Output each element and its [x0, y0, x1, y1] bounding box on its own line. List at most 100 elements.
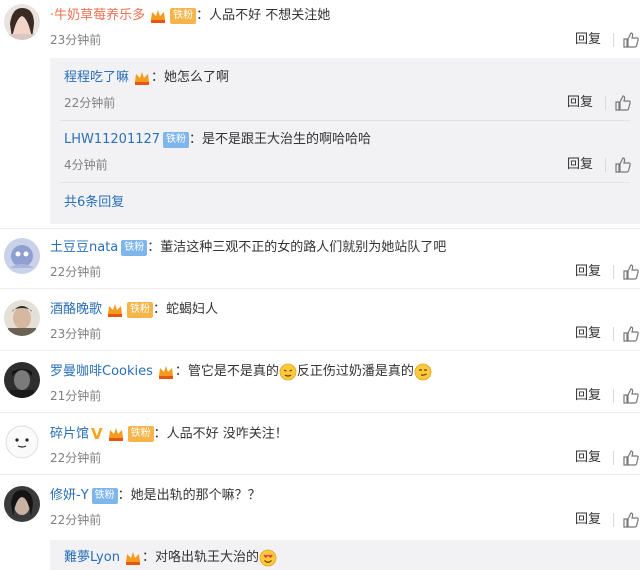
comment-line: ·牛奶草莓养乐多 铁粉 ：人品不好 不想关注她 [50, 6, 330, 26]
divider [0, 228, 640, 229]
comment-text: ：她是出轨的那个嘛？？ [117, 488, 261, 503]
username-link[interactable]: 修妍-Y [50, 488, 89, 503]
divider [613, 33, 614, 47]
reply-text: ：是不是跟王大治生的啊哈哈哈 [189, 132, 372, 147]
crown-icon [149, 8, 167, 24]
username-link[interactable]: LHW11201127 [64, 132, 160, 147]
username-link[interactable]: 程程吃了嘛 [64, 70, 129, 85]
avatar[interactable] [4, 4, 40, 40]
divider [605, 158, 606, 172]
thumbs-up-icon[interactable] [622, 449, 640, 467]
fan-badge: 铁粉 [127, 301, 154, 318]
avatar[interactable] [4, 362, 40, 398]
smirk-emoji-icon [414, 363, 432, 381]
divider [0, 474, 640, 475]
thumbs-up-icon[interactable] [614, 156, 632, 174]
comment-line: 修妍-Y 铁粉 ：她是出轨的那个嘛？？ [50, 486, 261, 506]
divider [613, 513, 614, 527]
more-replies-link[interactable]: 共6条回复 [64, 193, 124, 213]
username-link[interactable]: 土豆豆nata [50, 240, 118, 255]
comment-text: ：人品不好 没咋关注！ [153, 426, 288, 442]
reply-text: ：她怎么了啊 [151, 70, 230, 85]
reply-time: 4分钟前 [64, 158, 108, 172]
comment-line: 土豆豆nata 铁粉 ：董洁这种三观不正的女的路人们就别为她站队了吧 [50, 238, 446, 258]
comment-text: 反正伤过奶潘是真的 [296, 364, 414, 379]
comment-actions: 回复 [575, 510, 640, 530]
crown-icon [107, 426, 125, 442]
divider [613, 327, 614, 341]
crown-icon [124, 550, 142, 566]
fan-badge: 铁粉 [170, 7, 197, 24]
comment-time: 21分钟前 [50, 389, 102, 403]
comment-text: ：人品不好 不想关注她 [196, 8, 331, 23]
comment-time: 22分钟前 [50, 265, 102, 279]
comment-actions: 回复 [575, 324, 640, 344]
wink-emoji-icon [279, 363, 297, 381]
reply-button[interactable]: 回复 [575, 510, 601, 530]
reply-button[interactable]: 回复 [575, 386, 601, 406]
crown-icon [157, 364, 175, 380]
reply-button[interactable]: 回复 [575, 262, 601, 282]
avatar[interactable] [4, 238, 40, 274]
divider [0, 350, 640, 351]
divider [613, 451, 614, 465]
heart-eyes-emoji-icon [259, 549, 277, 567]
verified-icon: V [91, 425, 103, 443]
comment-time: 22分钟前 [50, 451, 102, 465]
username-link[interactable]: 酒酪晚歌 [50, 302, 102, 317]
thumbs-up-icon[interactable] [622, 325, 640, 343]
comment-line: 碎片馆 V 铁粉 ：人品不好 没咋关注！ [50, 424, 288, 444]
divider [613, 389, 614, 403]
comment-time: 23分钟前 [50, 327, 102, 341]
username-link[interactable]: 難夢Lyon [64, 550, 120, 565]
username-link[interactable]: 罗曼咖啡Cookies [50, 364, 153, 379]
reply-line: 程程吃了嘛 ：她怎么了啊 [64, 68, 229, 88]
crown-icon [106, 302, 124, 318]
reply-line: LHW11201127 铁粉 ：是不是跟王大治生的啊哈哈哈 [64, 130, 371, 150]
reply-button[interactable]: 回复 [575, 448, 601, 468]
thumbs-up-icon[interactable] [614, 94, 632, 112]
fan-badge: 铁粉 [163, 131, 190, 148]
reply-text: ：对咯出轨王大治的 [141, 550, 259, 565]
comment-actions: 回复 [575, 448, 640, 468]
comment-line: 酒酪晚歌 铁粉 ：蛇蝎妇人 [50, 300, 218, 320]
reply-button[interactable]: 回复 [575, 30, 601, 50]
divider [0, 288, 640, 289]
fan-badge: 铁粉 [127, 426, 154, 442]
comment-text: ：董洁这种三观不正的女的路人们就别为她站队了吧 [147, 240, 447, 255]
comment-line: 罗曼咖啡Cookies ：管它是不是真的 反正伤过奶潘是真的 [50, 362, 432, 382]
username-link[interactable]: 碎片馆 [50, 427, 89, 442]
reply-thread: 難夢Lyon ：对咯出轨王大治的 [50, 540, 640, 570]
reply-actions: 回复 [567, 93, 632, 113]
divider [605, 96, 606, 110]
divider [60, 182, 630, 183]
username-link[interactable]: ·牛奶草莓养乐多 [50, 8, 145, 23]
fan-badge: 铁粉 [91, 487, 118, 504]
reply-thread: 程程吃了嘛 ：她怎么了啊 22分钟前 回复 LHW11201127 铁粉 ：是不是跟王… [50, 58, 640, 224]
comment-time: 23分钟前 [50, 33, 102, 47]
reply-actions: 回复 [567, 155, 632, 175]
avatar[interactable] [4, 424, 40, 460]
reply-line: 難夢Lyon ：对咯出轨王大治的 [64, 548, 277, 568]
comment-time: 22分钟前 [50, 513, 102, 527]
avatar[interactable] [4, 486, 40, 522]
thumbs-up-icon[interactable] [622, 387, 640, 405]
divider [60, 120, 630, 121]
avatar[interactable] [4, 300, 40, 336]
reply-time: 22分钟前 [64, 96, 116, 110]
crown-icon [133, 70, 151, 86]
reply-button[interactable]: 回复 [575, 324, 601, 344]
comment-text: ：蛇蝎妇人 [153, 302, 219, 317]
thumbs-up-icon[interactable] [622, 263, 640, 281]
reply-button[interactable]: 回复 [567, 155, 593, 175]
divider [613, 265, 614, 279]
comment-actions: 回复 [575, 262, 640, 282]
comment-actions: 回复 [575, 30, 640, 50]
divider [0, 412, 640, 413]
thumbs-up-icon[interactable] [622, 31, 640, 49]
fan-badge: 铁粉 [121, 239, 148, 256]
comment-actions: 回复 [575, 386, 640, 406]
thumbs-up-icon[interactable] [622, 511, 640, 529]
reply-button[interactable]: 回复 [567, 93, 593, 113]
comment-text: ：管它是不是真的 [174, 364, 279, 379]
